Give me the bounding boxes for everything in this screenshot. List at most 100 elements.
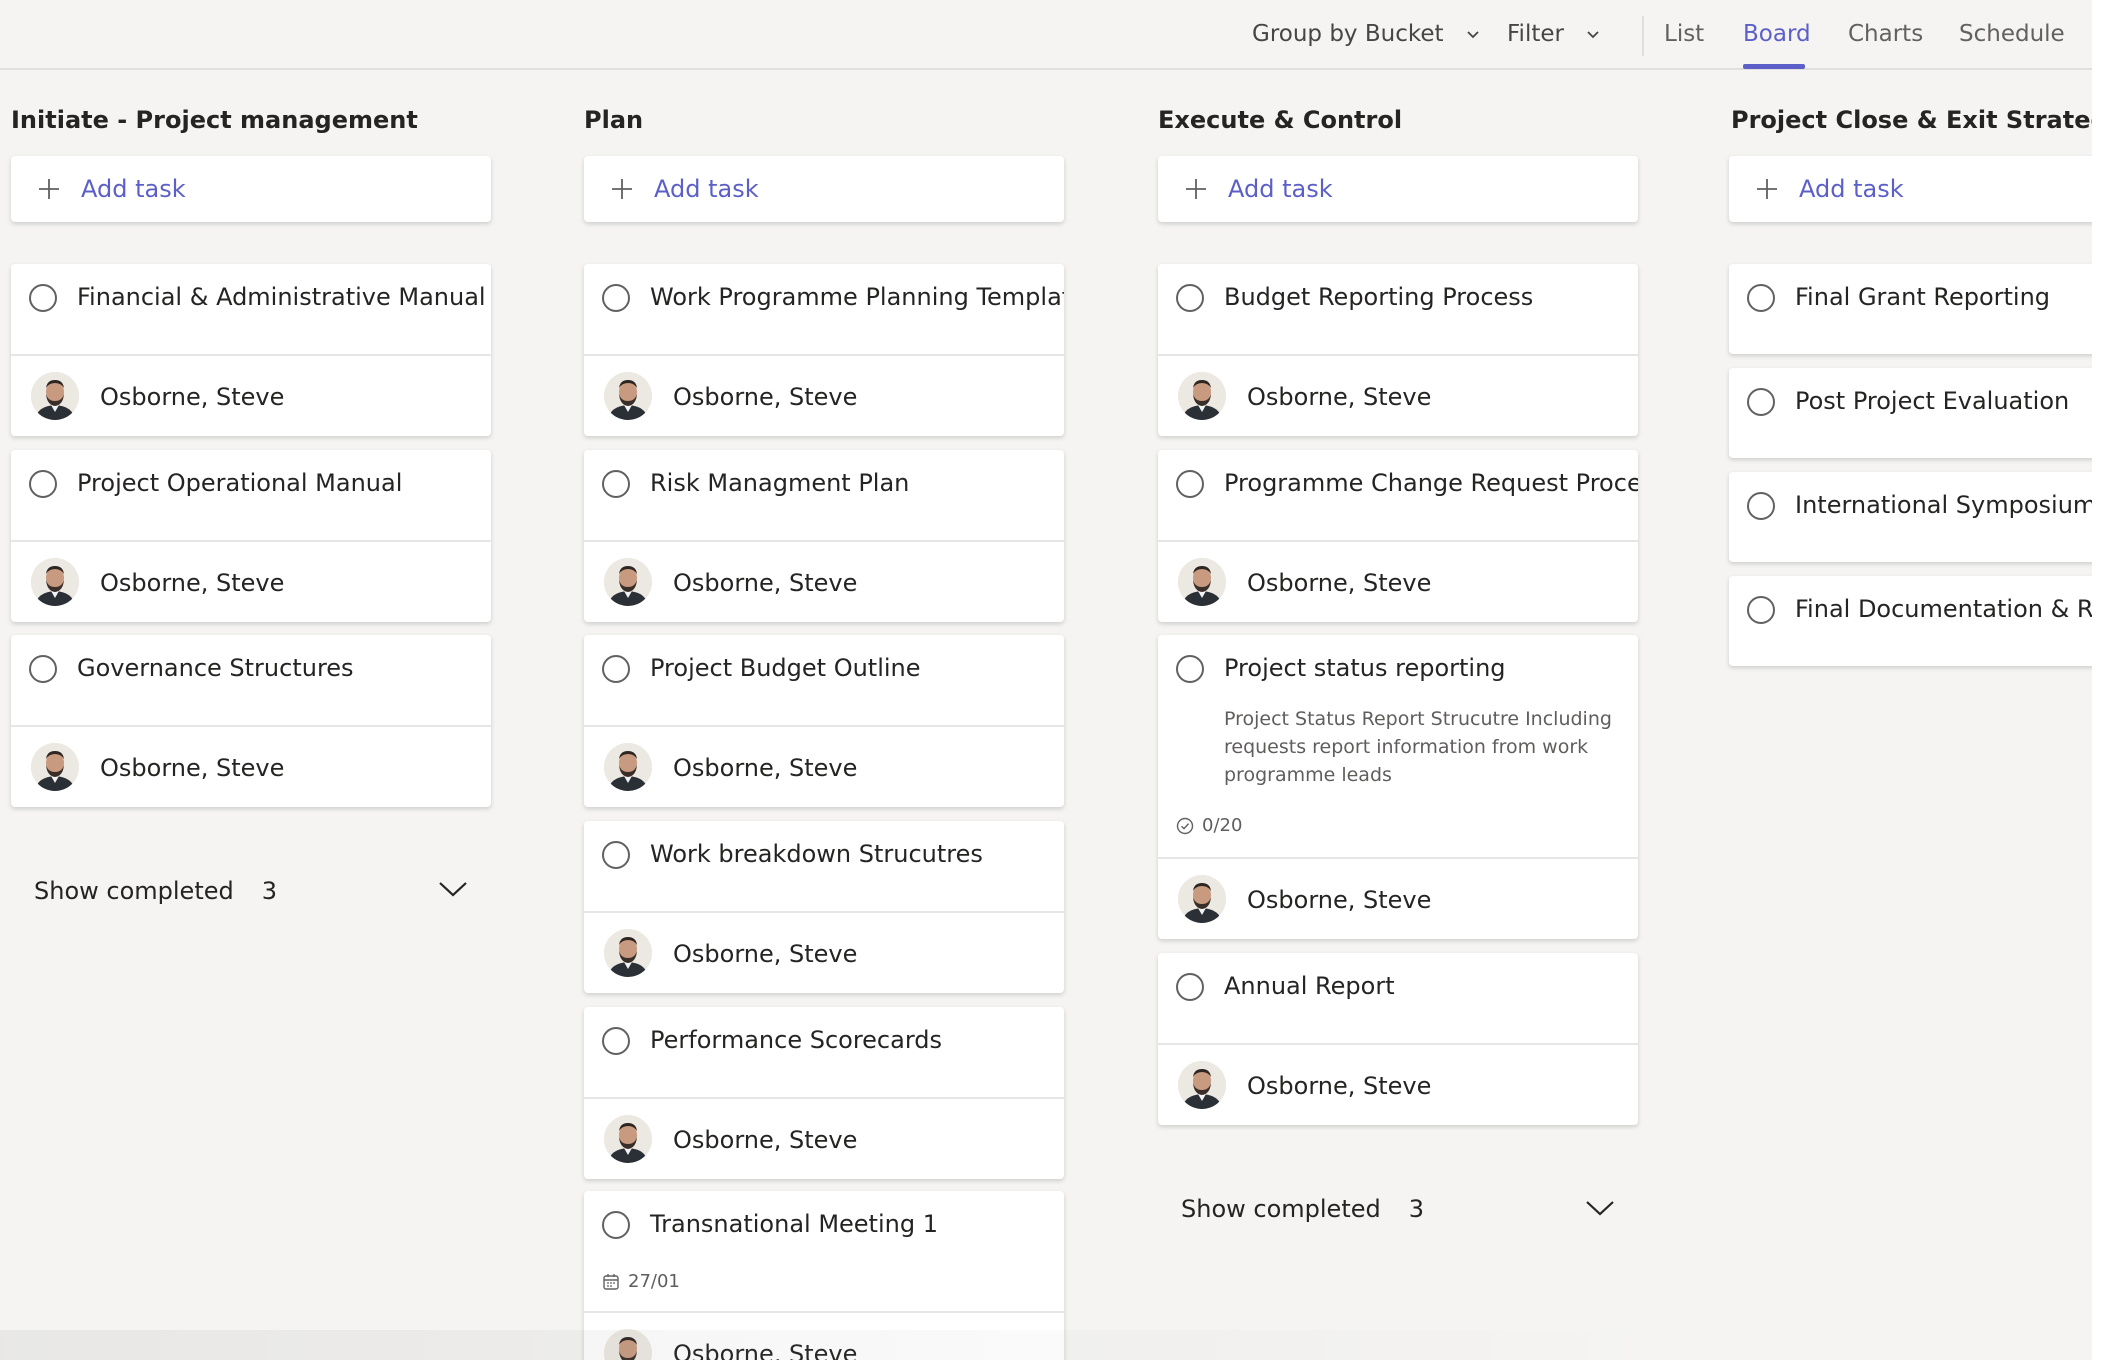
task-card[interactable]: Final Grant Reporting [1729,264,2092,354]
board-toolbar: Group by Bucket Filter List Board Charts… [0,0,2092,70]
plus-icon [39,179,59,199]
task-card[interactable]: Performance Scorecards Osborne, Steve [584,1007,1064,1179]
show-completed-toggle[interactable]: Show completed 3 [34,877,277,905]
planner-board: Group by Bucket Filter List Board Charts… [0,0,2092,1360]
task-title: Governance Structures [77,654,354,682]
task-description: Project Status Report Strucutre Includin… [1224,708,1612,786]
task-title: Risk Managment Plan [650,469,910,497]
complete-task-checkbox[interactable] [602,1211,630,1239]
tab-schedule[interactable]: Schedule [1959,0,2065,68]
add-task-button[interactable]: Add task [1158,156,1638,222]
task-title: Work breakdown Strucutres [650,840,983,868]
task-title: Programme Change Request Process [1224,469,1638,497]
filter-label: Filter [1507,21,1564,47]
complete-task-checkbox[interactable] [1176,284,1204,312]
add-task-button[interactable]: Add task [1729,156,2092,222]
avatar [604,1329,652,1360]
checklist-icon [1176,817,1194,834]
tab-list[interactable]: List [1664,0,1704,68]
chevron-down-icon[interactable] [438,880,468,898]
complete-task-checkbox[interactable] [29,284,57,312]
assignee-name: Osborne, Steve [1247,1072,1432,1100]
assignee-name: Osborne, Steve [673,1340,858,1360]
task-assignee: Osborne, Steve [11,542,491,622]
add-task-label: Add task [1799,175,1904,203]
complete-task-checkbox[interactable] [1747,492,1775,520]
complete-task-checkbox[interactable] [602,655,630,683]
task-title: Financial & Administrative Manual [77,283,486,311]
tab-charts[interactable]: Charts [1848,0,1923,68]
assignee-name: Osborne, Steve [673,383,858,411]
task-title: Transnational Meeting 1 [650,1210,938,1238]
task-card[interactable]: Governance Structures Osborne, Steve [11,635,491,807]
show-completed-toggle[interactable]: Show completed 3 [1181,1195,1424,1223]
task-title: Budget Reporting Process [1224,283,1534,311]
filter-dropdown[interactable]: Filter [1507,0,1602,68]
add-task-button[interactable]: Add task [584,156,1064,222]
task-assignee: Osborne, Steve [1158,859,1638,939]
task-title: Project Operational Manual [77,469,403,497]
complete-task-checkbox[interactable] [1176,973,1204,1001]
task-card[interactable]: Risk Managment Plan Osborne, Steve [584,450,1064,622]
bucket-title[interactable]: Plan [584,106,643,134]
complete-task-checkbox[interactable] [29,470,57,498]
task-card[interactable]: Work Programme Planning Templates Osborn… [584,264,1064,436]
task-assignee: Osborne, Steve [584,1099,1064,1179]
task-card[interactable]: Post Project Evaluation [1729,368,2092,458]
group-by-dropdown[interactable]: Group by Bucket [1252,0,1482,68]
task-card[interactable]: Work breakdown Strucutres Osborne, Steve [584,821,1064,993]
task-assignee: Osborne, Steve [1158,542,1638,622]
add-task-label: Add task [1228,175,1333,203]
complete-task-checkbox[interactable] [602,284,630,312]
bucket-title[interactable]: Execute & Control [1158,106,1402,134]
toolbar-divider [1642,16,1644,56]
add-task-label: Add task [81,175,186,203]
task-card[interactable]: Project Budget Outline Osborne, Steve [584,635,1064,807]
task-card[interactable]: Annual Report Osborne, Steve [1158,953,1638,1125]
calendar-icon [603,1273,619,1290]
assignee-name: Osborne, Steve [673,754,858,782]
avatar [604,929,652,977]
avatar [31,372,79,420]
avatar [1178,875,1226,923]
complete-task-checkbox[interactable] [602,1027,630,1055]
chevron-down-icon[interactable] [1585,1199,1615,1217]
task-card[interactable]: Transnational Meeting 1 27/01 Osborne, S… [584,1191,1064,1360]
avatar [1178,558,1226,606]
task-card[interactable]: Project status reporting Project Status … [1158,635,1638,939]
active-tab-indicator [1743,64,1805,69]
add-task-button[interactable]: Add task [11,156,491,222]
task-card[interactable]: International Symposium [1729,472,2092,562]
plus-icon [612,179,632,199]
complete-task-checkbox[interactable] [29,655,57,683]
task-title: Performance Scorecards [650,1026,943,1054]
assignee-name: Osborne, Steve [673,569,858,597]
complete-task-checkbox[interactable] [1747,596,1775,624]
window-gutter [2092,0,2126,1360]
chevron-down-icon [1466,31,1479,39]
task-title: Post Project Evaluation [1795,387,2070,415]
task-title: Work Programme Planning Templates [650,283,1064,311]
avatar [31,743,79,791]
avatar [604,1115,652,1163]
task-assignee: Osborne, Steve [584,356,1064,436]
task-card[interactable]: Project Operational Manual Osborne, Stev… [11,450,491,622]
complete-task-checkbox[interactable] [602,841,630,869]
avatar [31,558,79,606]
avatar [604,743,652,791]
task-title: Final Grant Reporting [1795,283,2051,311]
task-card[interactable]: Final Documentation & Reporting [1729,576,2092,666]
bucket-title[interactable]: Initiate - Project management [11,106,418,134]
task-card[interactable]: Programme Change Request Process Osborne… [1158,450,1638,622]
completed-count: 3 [261,877,278,905]
complete-task-checkbox[interactable] [1176,655,1204,683]
complete-task-checkbox[interactable] [1176,470,1204,498]
task-card[interactable]: Financial & Administrative Manual Osborn… [11,264,491,436]
task-title: Project Budget Outline [650,654,921,682]
complete-task-checkbox[interactable] [602,470,630,498]
complete-task-checkbox[interactable] [1747,388,1775,416]
task-card[interactable]: Budget Reporting Process Osborne, Steve [1158,264,1638,436]
complete-task-checkbox[interactable] [1747,284,1775,312]
tab-board[interactable]: Board [1743,0,1811,68]
bucket-title[interactable]: Project Close & Exit Strategy [1731,106,2092,134]
